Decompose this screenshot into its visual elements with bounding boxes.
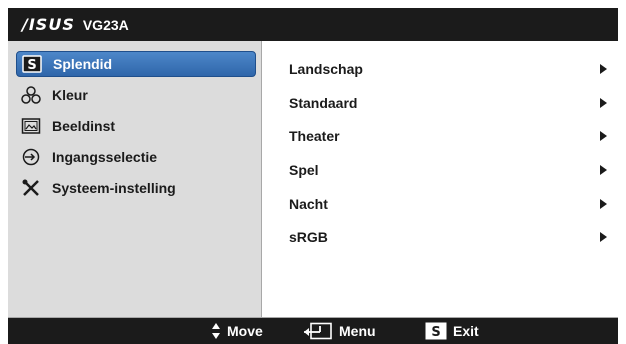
title-bar: /ISUS VG23A [8,8,618,41]
model-name: VG23A [82,16,129,33]
option-label: Nacht [289,196,328,212]
footer-bar: Move Menu S Exit [8,318,618,344]
option-standaard[interactable]: Standaard [289,92,609,114]
exit-hint[interactable]: S Exit [425,318,479,344]
options-panel: Landschap Standaard Theater Spel Nacht s… [262,41,618,318]
option-label: Theater [289,128,340,144]
submenu-arrow-icon [600,165,607,175]
enter-icon [303,322,333,340]
sidebar-item-label: Kleur [52,87,88,103]
option-label: Spel [289,162,319,178]
option-theater[interactable]: Theater [289,125,609,147]
submenu-arrow-icon [600,131,607,141]
option-label: Landschap [289,61,363,77]
sidebar-item-systeem-instelling[interactable]: Systeem-instelling [16,175,256,201]
submenu-arrow-icon [600,98,607,108]
image-icon [20,116,42,136]
color-triangle-icon [20,85,42,105]
sidebar-item-label: Beeldinst [52,118,116,134]
svg-text:S: S [431,325,440,340]
submenu-arrow-icon [600,64,607,74]
sidebar-item-ingangsselectie[interactable]: Ingangsselectie [16,144,256,170]
sidebar-item-kleur[interactable]: Kleur [16,82,256,108]
sidebar: S Splendid Kleur Beeldinst Ingangsselect… [8,41,262,318]
option-label: sRGB [289,229,328,245]
option-landschap[interactable]: Landschap [289,58,609,80]
up-down-arrows-icon [211,322,221,340]
sidebar-item-label: Splendid [53,56,113,72]
svg-text:S: S [27,58,36,73]
sidebar-item-splendid[interactable]: S Splendid [16,51,256,77]
sidebar-item-label: Systeem-instelling [52,180,176,196]
tools-icon [20,178,42,198]
input-select-icon [20,147,42,167]
menu-label: Menu [339,323,376,339]
option-spel[interactable]: Spel [289,159,609,181]
s-key-icon: S [425,322,447,340]
submenu-arrow-icon [600,232,607,242]
brand: /ISUS VG23A [22,15,129,34]
move-label: Move [227,323,263,339]
option-nacht[interactable]: Nacht [289,193,609,215]
option-srgb[interactable]: sRGB [289,226,609,248]
move-hint[interactable]: Move [211,318,263,344]
sidebar-item-beeldinst[interactable]: Beeldinst [16,113,256,139]
osd-window: /ISUS VG23A S Splendid Kleur Beeldinst I… [8,8,618,344]
submenu-arrow-icon [600,199,607,209]
option-label: Standaard [289,95,358,111]
asus-logo: /ISUS [22,15,75,34]
menu-hint[interactable]: Menu [303,318,376,344]
sidebar-item-label: Ingangsselectie [52,149,158,165]
exit-label: Exit [453,323,479,339]
splendid-s-icon: S [21,54,43,74]
